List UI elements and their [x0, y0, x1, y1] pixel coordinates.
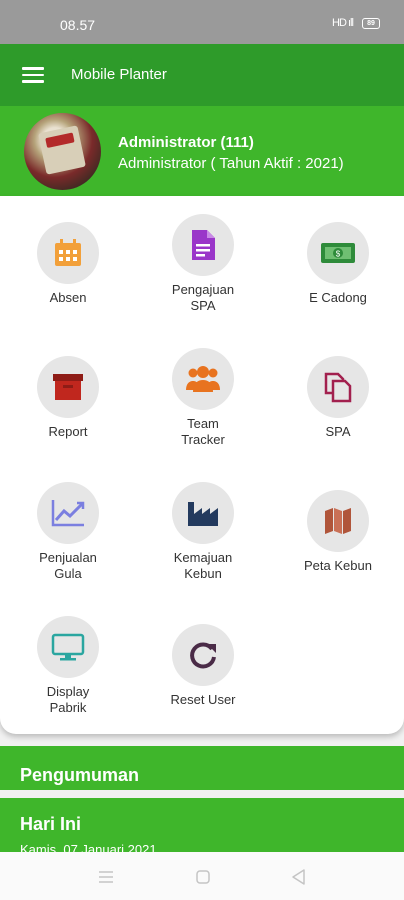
avatar [24, 113, 101, 190]
app-title: Mobile Planter [71, 66, 167, 83]
menu-label: Pengajuan SPA [171, 282, 235, 313]
money-icon: $ [307, 222, 369, 284]
menu-label: Display Pabrik [46, 684, 90, 715]
copy-docs-icon [307, 356, 369, 418]
menu-kemajuan-kebun[interactable]: Kemajuan Kebun [136, 482, 270, 582]
menu-display-pabrik[interactable]: Display Pabrik [1, 616, 135, 716]
back-icon[interactable] [289, 867, 309, 887]
menu-label: Kemajuan Kebun [173, 550, 233, 581]
line-chart-icon [37, 482, 99, 544]
document-icon [172, 214, 234, 276]
status-bar: 08.57 HD ıll 89 [0, 0, 404, 44]
menu-penjualan-gula[interactable]: Penjualan Gula [1, 482, 135, 582]
system-nav-bar [0, 852, 404, 900]
team-icon [172, 348, 234, 410]
profile-header: Administrator (111) Administrator ( Tahu… [0, 106, 404, 202]
menu-label: E Cadong [309, 290, 367, 305]
menu-reset-user[interactable]: Reset User [136, 624, 270, 708]
menu-e-cadong[interactable]: $ E Cadong [271, 222, 404, 306]
archive-box-icon [37, 356, 99, 418]
menu-spa[interactable]: SPA [271, 356, 404, 440]
menu-peta-kebun[interactable]: Peta Kebun [271, 490, 404, 574]
battery-icon: 89 [362, 18, 380, 29]
menu-label: Report [48, 424, 88, 439]
today-section[interactable]: Hari Ini Kamis, 07 Januari 2021 [0, 798, 404, 858]
announcement-section[interactable]: Pengumuman [0, 746, 404, 790]
svg-text:$: $ [336, 250, 341, 259]
menu-label: Reset User [170, 692, 236, 707]
calendar-icon [37, 222, 99, 284]
today-title: Hari Ini [20, 814, 82, 834]
user-name: Administrator (111) [118, 134, 254, 151]
menu-label: Team Tracker [181, 416, 225, 447]
menu-card: Absen Pengajuan SPA $ E Cadong Report Te… [0, 196, 404, 734]
menu-pengajuan-spa[interactable]: Pengajuan SPA [136, 214, 270, 314]
menu-team-tracker[interactable]: Team Tracker [136, 348, 270, 448]
menu-absen[interactable]: Absen [1, 222, 135, 306]
signal-icon: HD ıll [332, 17, 354, 29]
hamburger-menu-icon[interactable] [22, 67, 44, 83]
home-icon[interactable] [193, 867, 213, 887]
menu-label: Absen [49, 290, 87, 305]
app-bar: Mobile Planter [0, 44, 404, 106]
announcement-title: Pengumuman [20, 765, 140, 785]
status-time: 08.57 [60, 17, 96, 33]
user-role: Administrator ( Tahun Aktif : 2021) [118, 155, 344, 172]
menu-label: Penjualan Gula [39, 550, 97, 581]
recents-icon[interactable] [96, 867, 116, 887]
menu-report[interactable]: Report [1, 356, 135, 440]
monitor-icon [37, 616, 99, 678]
map-icon [307, 490, 369, 552]
menu-label: Peta Kebun [304, 558, 372, 573]
menu-label: SPA [325, 424, 351, 439]
refresh-icon [172, 624, 234, 686]
factory-icon [172, 482, 234, 544]
